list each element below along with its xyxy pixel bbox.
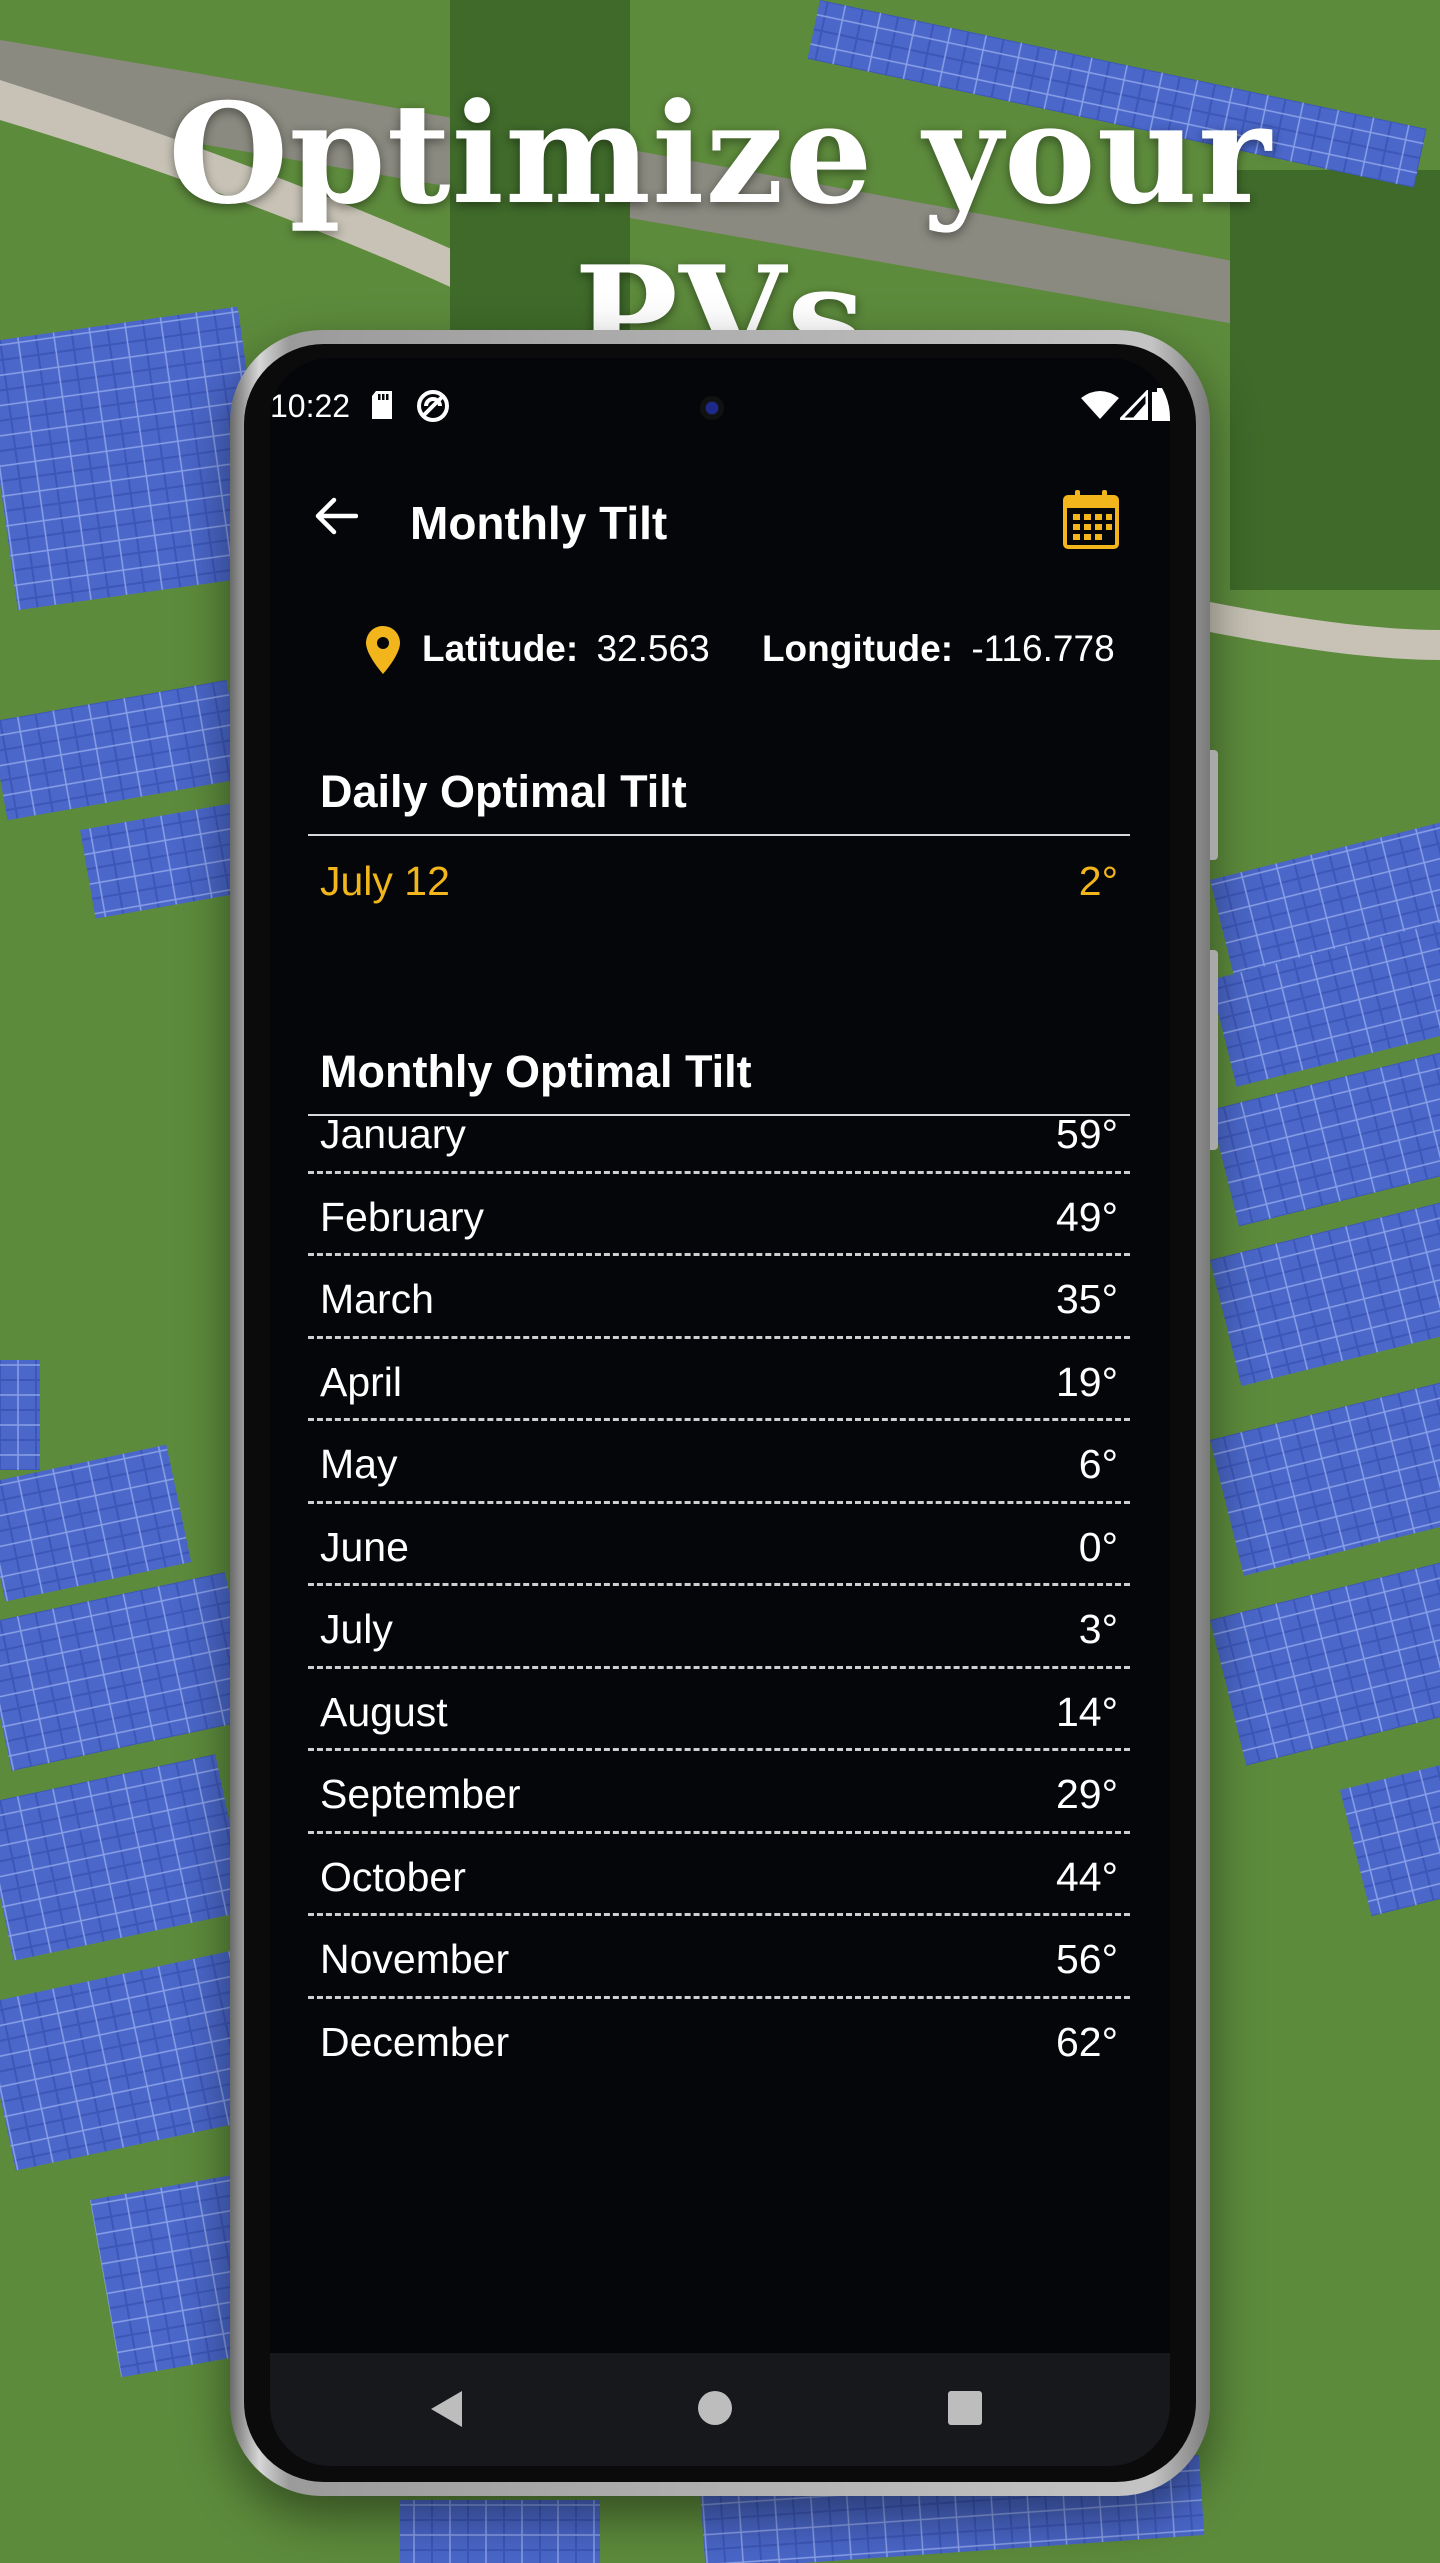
month-name: June bbox=[320, 1523, 409, 1570]
month-tilt-value: 0° bbox=[1078, 1523, 1118, 1570]
status-time: 10:22 bbox=[270, 388, 351, 424]
list-item: August 14° bbox=[308, 1671, 1130, 1751]
month-name: September bbox=[320, 1771, 521, 1817]
daily-section-heading: Daily Optimal Tilt bbox=[320, 766, 687, 817]
wifi-icon bbox=[1081, 391, 1119, 419]
month-name: February bbox=[320, 1193, 485, 1240]
cell-signal-icon bbox=[1120, 390, 1148, 420]
list-item: April 19° bbox=[308, 1341, 1130, 1421]
list-item: September 29° bbox=[308, 1753, 1130, 1834]
nav-recents-icon[interactable] bbox=[948, 2391, 982, 2425]
back-arrow-icon[interactable] bbox=[314, 496, 358, 536]
month-name: December bbox=[320, 2018, 510, 2065]
monthly-tilt-list: January 59° February 49° March 35° April 19°… bbox=[308, 1093, 1130, 2083]
month-name: October bbox=[320, 1853, 466, 1900]
list-item: January 59° bbox=[308, 1093, 1130, 1174]
page-title: Monthly Tilt bbox=[410, 497, 668, 549]
latitude-value: 32.563 bbox=[596, 628, 710, 669]
month-name: January bbox=[320, 1111, 466, 1157]
phone-volume-button bbox=[1210, 950, 1218, 1150]
app-bar: Monthly Tilt bbox=[270, 458, 1170, 568]
list-item: December 62° bbox=[308, 2001, 1130, 2082]
front-camera bbox=[700, 396, 724, 420]
daily-date: July 12 bbox=[320, 858, 450, 904]
sync-icon bbox=[417, 390, 449, 422]
battery-icon bbox=[1152, 388, 1170, 421]
month-tilt-value: 62° bbox=[1055, 2018, 1118, 2065]
monthly-section-heading: Monthly Optimal Tilt bbox=[320, 1046, 752, 1097]
nav-home-icon[interactable] bbox=[698, 2391, 732, 2425]
list-item: November 56° bbox=[308, 1918, 1130, 1999]
list-item: October 44° bbox=[308, 1836, 1130, 1916]
latitude-label: Latitude: bbox=[422, 628, 579, 669]
month-name: March bbox=[320, 1276, 434, 1322]
daily-tilt-value: 2° bbox=[1078, 858, 1118, 904]
month-name: July bbox=[320, 1606, 393, 1652]
phone-side-button bbox=[1210, 750, 1218, 860]
month-name: May bbox=[320, 1441, 398, 1487]
month-tilt-value: 59° bbox=[1055, 1111, 1118, 1157]
month-name: April bbox=[320, 1358, 403, 1405]
status-bar: 10:22 bbox=[270, 358, 1170, 438]
month-name: November bbox=[320, 1936, 510, 1982]
month-tilt-value: 29° bbox=[1055, 1771, 1118, 1817]
month-tilt-value: 6° bbox=[1078, 1441, 1118, 1487]
month-name: August bbox=[320, 1688, 448, 1735]
coordinates: Latitude: 32.563 Longitude: -116.778 bbox=[422, 628, 1115, 670]
month-tilt-value: 14° bbox=[1055, 1688, 1118, 1735]
longitude-value: -116.778 bbox=[971, 628, 1115, 669]
month-tilt-value: 44° bbox=[1055, 1853, 1118, 1900]
location-info: Latitude: 32.563 Longitude: -116.778 bbox=[270, 616, 1170, 676]
month-tilt-value: 56° bbox=[1055, 1936, 1118, 1982]
calendar-icon[interactable] bbox=[1062, 488, 1120, 550]
list-item: March 35° bbox=[308, 1258, 1130, 1339]
month-tilt-value: 3° bbox=[1078, 1606, 1118, 1652]
list-item: February 49° bbox=[308, 1176, 1130, 1256]
list-item: June 0° bbox=[308, 1506, 1130, 1586]
daily-tilt-row: July 12 2° bbox=[320, 858, 1130, 905]
month-tilt-value: 49° bbox=[1055, 1193, 1118, 1240]
month-tilt-value: 19° bbox=[1055, 1358, 1118, 1405]
sd-card-icon bbox=[372, 391, 392, 419]
location-pin-icon bbox=[366, 626, 400, 674]
divider bbox=[308, 834, 1130, 836]
nav-back-icon[interactable] bbox=[428, 2389, 464, 2429]
app-screen: 10:22 Monthly Tilt Latitude: 32.563 Long… bbox=[270, 358, 1170, 2466]
month-tilt-value: 35° bbox=[1055, 1276, 1118, 1322]
system-nav-bar bbox=[270, 2353, 1170, 2466]
list-item: July 3° bbox=[308, 1588, 1130, 1669]
longitude-label: Longitude: bbox=[761, 628, 954, 669]
phone-frame: 10:22 Monthly Tilt Latitude: 32.563 Long… bbox=[230, 330, 1218, 2496]
list-item: May 6° bbox=[308, 1423, 1130, 1504]
